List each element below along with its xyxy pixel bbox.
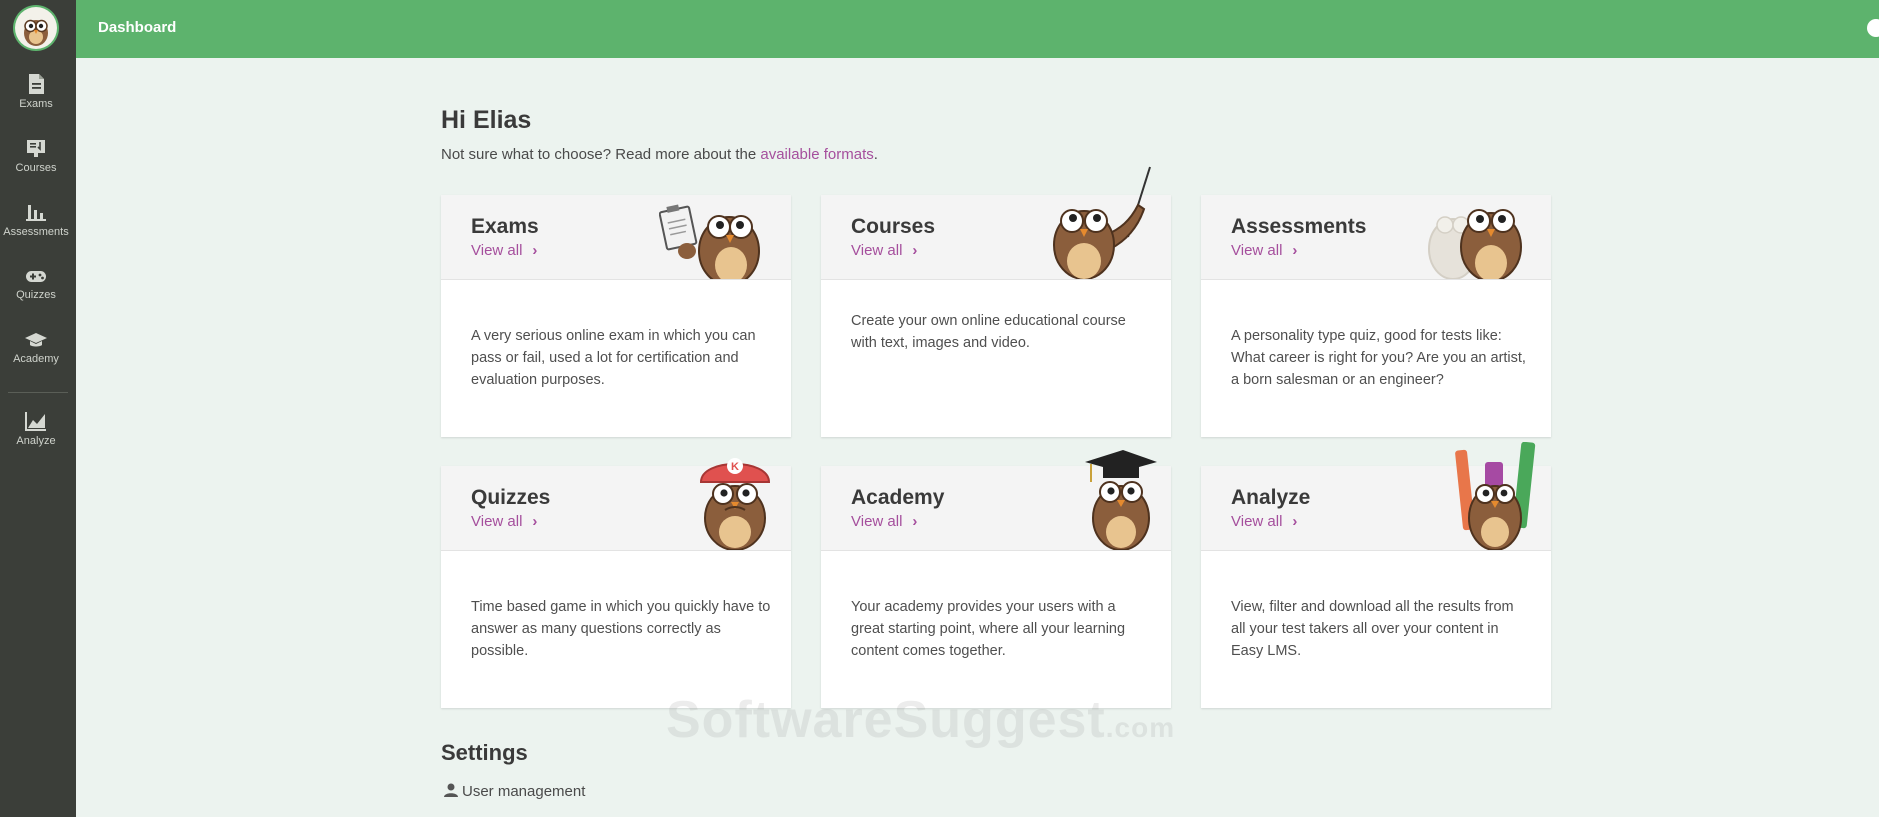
card-header: Quizzes View all › K bbox=[441, 458, 791, 551]
sidebar-item-label: Exams bbox=[19, 98, 53, 110]
card-assessments[interactable]: Assessments View all › A personality type… bbox=[1201, 195, 1551, 437]
user-icon bbox=[444, 783, 458, 797]
view-all-label: View all bbox=[851, 242, 903, 259]
owl-cap-icon: K bbox=[699, 458, 771, 550]
card-description: View, filter and download all the result… bbox=[1231, 599, 1514, 659]
view-all-analyze-link[interactable]: View all › bbox=[1231, 513, 1297, 530]
sidebar-item-quizzes[interactable]: Quizzes bbox=[0, 266, 72, 324]
chevron-right-icon: › bbox=[1292, 242, 1298, 259]
user-management-link[interactable]: User management bbox=[443, 782, 585, 800]
watermark-suffix: .com bbox=[1105, 712, 1176, 743]
card-header: Academy View all › bbox=[821, 450, 1171, 551]
sidebar: Exams Courses Assessments Quizzes Academ… bbox=[0, 0, 76, 817]
card-analyze[interactable]: Analyze View all › View, filter and downl… bbox=[1201, 442, 1551, 708]
owl-pointer-icon bbox=[1053, 166, 1151, 279]
topbar: Dashboard bbox=[76, 0, 1879, 58]
card-academy[interactable]: Academy View all › Your academy provides … bbox=[821, 450, 1171, 708]
intro-text: Not sure what to choose? Read more about… bbox=[441, 146, 878, 163]
sidebar-item-exams[interactable]: Exams bbox=[0, 73, 72, 131]
view-all-assessments-link[interactable]: View all › bbox=[1231, 242, 1297, 259]
card-quizzes[interactable]: Quizzes View all › K Time based game in w… bbox=[441, 458, 791, 708]
sidebar-item-label: Academy bbox=[13, 353, 59, 365]
view-all-label: View all bbox=[1231, 242, 1283, 259]
card-title: Analyze bbox=[1231, 486, 1311, 509]
gamepad-icon bbox=[26, 271, 46, 282]
owl-pair-icon bbox=[1428, 209, 1522, 279]
page-title: Dashboard bbox=[98, 19, 177, 36]
owl-bar-chart-icon bbox=[1455, 442, 1536, 550]
card-courses[interactable]: Courses View all › Create your own online… bbox=[821, 166, 1171, 437]
card-header: Exams View all › bbox=[441, 195, 791, 280]
sidebar-item-courses[interactable]: Courses bbox=[0, 137, 72, 195]
view-all-label: View all bbox=[1231, 513, 1283, 530]
card-description: A personality type quiz, good for tests … bbox=[1231, 328, 1526, 388]
user-management-label: User management bbox=[462, 783, 586, 800]
watermark: SoftwareSuggest.com bbox=[666, 690, 1175, 750]
user-avatar[interactable] bbox=[1867, 19, 1879, 37]
owl-clipboard-icon bbox=[659, 204, 760, 279]
card-title: Courses bbox=[851, 215, 936, 238]
intro-text-end: . bbox=[873, 146, 878, 163]
view-all-quizzes-link[interactable]: View all › bbox=[471, 513, 537, 530]
view-all-label: View all bbox=[851, 513, 903, 530]
view-all-label: View all bbox=[471, 513, 523, 530]
chevron-right-icon: › bbox=[532, 242, 538, 259]
card-description: A very serious online exam in which you … bbox=[471, 328, 756, 388]
intro-text-prefix: Not sure what to choose? Read more about… bbox=[441, 146, 761, 163]
greeting-heading: Hi Elias bbox=[441, 106, 532, 134]
view-all-exams-link[interactable]: View all › bbox=[471, 242, 537, 259]
available-formats-link[interactable]: available formats bbox=[760, 146, 873, 163]
view-all-label: View all bbox=[471, 242, 523, 259]
courses-icon bbox=[27, 140, 45, 157]
owl-graduate-icon bbox=[1085, 450, 1157, 550]
sidebar-item-label: Quizzes bbox=[16, 289, 56, 301]
card-title: Quizzes bbox=[471, 486, 551, 509]
document-icon bbox=[29, 74, 44, 94]
card-description: Your academy provides your users with a … bbox=[851, 599, 1126, 659]
card-header: Courses View all › bbox=[821, 166, 1171, 280]
bar-chart-icon bbox=[26, 205, 46, 221]
card-description: Create your own online educational cours… bbox=[851, 313, 1126, 351]
view-all-academy-link[interactable]: View all › bbox=[851, 513, 917, 530]
watermark-main: SoftwareSuggest bbox=[666, 691, 1106, 749]
card-title: Academy bbox=[851, 486, 945, 509]
svg-text:K: K bbox=[731, 461, 739, 473]
sidebar-item-label: Courses bbox=[15, 162, 57, 174]
chevron-right-icon: › bbox=[532, 513, 538, 530]
card-title: Assessments bbox=[1231, 215, 1367, 238]
card-header: Analyze View all › bbox=[1201, 442, 1551, 551]
settings-heading: Settings bbox=[441, 740, 528, 765]
chevron-right-icon: › bbox=[1292, 513, 1298, 530]
line-chart-icon bbox=[25, 412, 46, 431]
graduation-cap-icon bbox=[25, 333, 47, 347]
card-exams[interactable]: Exams View all › A very serious online ex… bbox=[441, 195, 791, 437]
card-header: Assessments View all › bbox=[1201, 195, 1551, 280]
sidebar-item-assessments[interactable]: Assessments bbox=[0, 201, 72, 259]
sidebar-divider bbox=[8, 392, 68, 393]
sidebar-item-label: Analyze bbox=[16, 435, 56, 447]
chevron-right-icon: › bbox=[912, 242, 918, 259]
sidebar-item-analyze[interactable]: Analyze bbox=[0, 410, 72, 468]
card-description: Time based game in which you quickly hav… bbox=[471, 599, 771, 659]
view-all-courses-link[interactable]: View all › bbox=[851, 242, 917, 259]
card-title: Exams bbox=[471, 215, 539, 238]
chevron-right-icon: › bbox=[912, 513, 918, 530]
owl-logo-icon[interactable] bbox=[15, 7, 57, 49]
sidebar-item-label: Assessments bbox=[3, 226, 69, 238]
sidebar-item-academy[interactable]: Academy bbox=[0, 330, 72, 388]
